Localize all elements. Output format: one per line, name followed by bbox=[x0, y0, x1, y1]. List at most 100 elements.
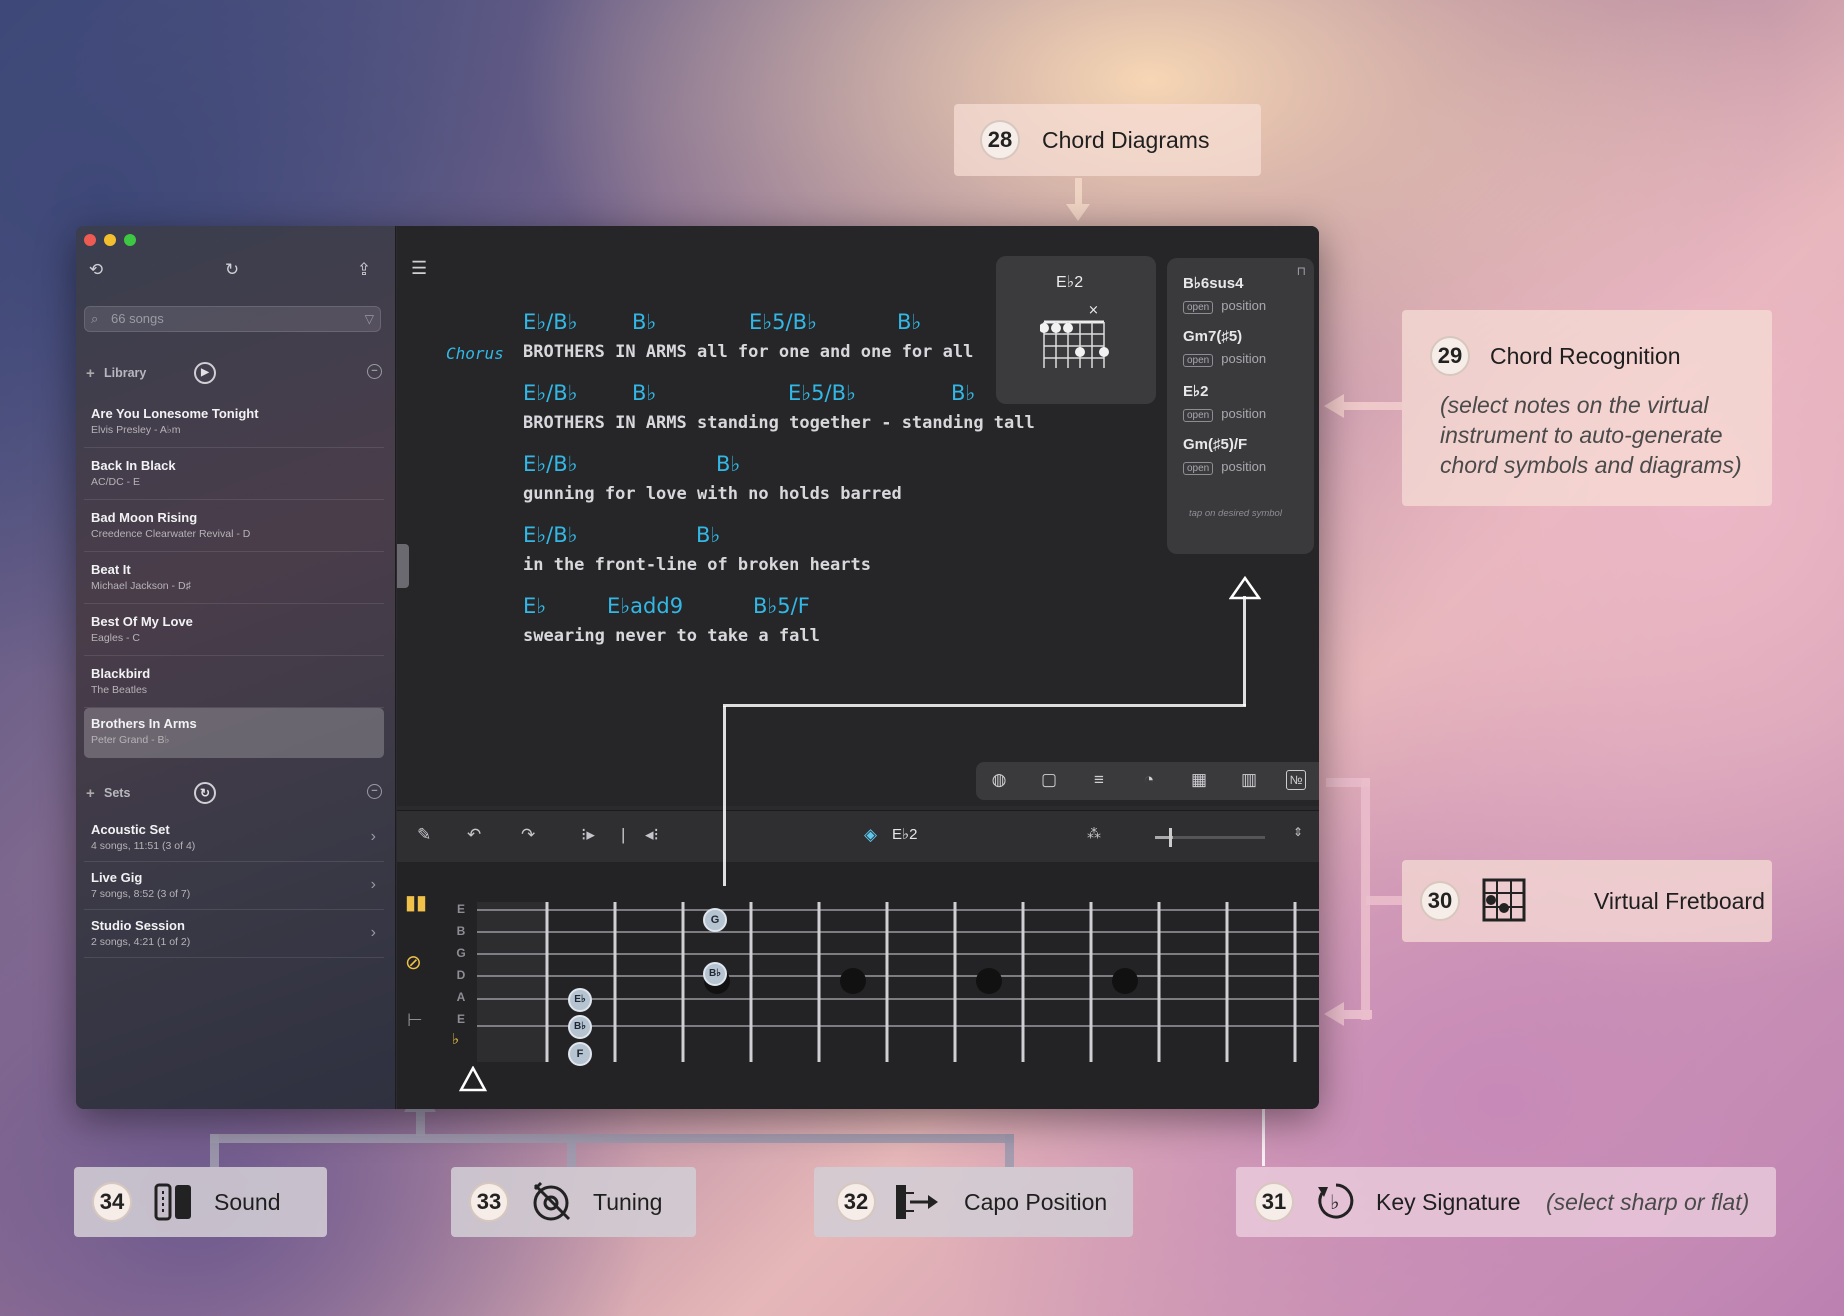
zoom-slider[interactable] bbox=[1155, 828, 1265, 847]
key-signature-icon: ♭ bbox=[1316, 1181, 1356, 1221]
redo-icon[interactable]: ↷ bbox=[521, 825, 535, 845]
lyric-line[interactable]: gunning for love with no holds barred bbox=[523, 484, 902, 504]
list-item[interactable]: Back In Black AC/DC - E bbox=[84, 450, 384, 500]
fret-note[interactable]: E♭ bbox=[568, 988, 592, 1012]
fretboard-toolbar: ✎ ↶ ↷ ⁝▸ | ◂⁝ ◈ E♭2 ⁂ ⇕ bbox=[397, 810, 1319, 862]
cursor-icon[interactable]: | bbox=[621, 825, 625, 845]
list-item-selected[interactable]: Brothers In Arms Peter Grand - B♭ bbox=[84, 708, 384, 758]
chord-symbol[interactable]: E♭5/B♭ bbox=[788, 381, 856, 405]
fret-note[interactable]: B♭ bbox=[568, 1015, 592, 1039]
chord-symbol[interactable]: B♭ bbox=[716, 452, 740, 476]
fret-note[interactable]: F bbox=[568, 1042, 592, 1066]
callout-number: 34 bbox=[92, 1182, 132, 1222]
connector-line bbox=[723, 706, 726, 886]
arrow-left-icon bbox=[1324, 392, 1402, 420]
capo-icon[interactable]: ⊢ bbox=[407, 1010, 423, 1031]
tuning-icon[interactable]: ⊘ bbox=[405, 950, 422, 975]
chord-symbol[interactable]: E♭5/B♭ bbox=[749, 310, 817, 334]
recognition-item[interactable]: E♭2 open position bbox=[1183, 382, 1266, 422]
chord-symbol[interactable]: E♭/B♭ bbox=[523, 523, 578, 547]
chord-symbol[interactable]: E♭/B♭ bbox=[523, 452, 578, 476]
splitter-handle[interactable] bbox=[397, 544, 409, 588]
callout-hint: (select sharp or flat) bbox=[1546, 1189, 1750, 1215]
chord-diagram-card[interactable]: E♭2 × bbox=[996, 256, 1156, 404]
sets-label[interactable]: Sets bbox=[104, 786, 130, 800]
fret-note[interactable]: G bbox=[703, 908, 727, 932]
refresh-icon[interactable]: ↻ bbox=[194, 782, 216, 804]
dots-icon[interactable]: ⁂ bbox=[1087, 825, 1101, 842]
chord-symbol[interactable]: E♭/B♭ bbox=[523, 381, 578, 405]
list-item[interactable]: Are You Lonesome Tonight Elvis Presley - … bbox=[84, 398, 384, 448]
piano-icon[interactable]: ▥ bbox=[1238, 770, 1260, 792]
play-icon[interactable]: ▶ bbox=[194, 362, 216, 384]
recognition-item[interactable]: Gm(♯5)/F open position bbox=[1183, 436, 1266, 475]
metronome-icon[interactable]: ⟲ bbox=[86, 260, 106, 280]
stepper-icon[interactable]: ⇕ bbox=[1293, 825, 1303, 839]
chord-symbol[interactable]: B♭ bbox=[897, 310, 921, 334]
callout-number: 29 bbox=[1430, 336, 1470, 376]
svg-text:♭: ♭ bbox=[1330, 1190, 1339, 1214]
zoom-window-button[interactable] bbox=[124, 234, 136, 246]
fret-note[interactable]: B♭ bbox=[703, 962, 727, 986]
clipboard-icon[interactable]: ▢ bbox=[1038, 770, 1060, 792]
chord-symbol[interactable]: B♭5/F bbox=[753, 594, 810, 618]
chord-diagram-icon: × bbox=[1040, 303, 1109, 368]
library-label[interactable]: Library bbox=[104, 366, 146, 380]
number-icon[interactable]: № bbox=[1286, 770, 1306, 790]
lyric-line[interactable]: BROTHERS IN ARMS all for one and one for… bbox=[523, 342, 973, 362]
tuning-icon bbox=[529, 1179, 575, 1223]
dial-icon[interactable]: ◔ bbox=[1138, 770, 1160, 792]
chord-symbol[interactable]: E♭ bbox=[523, 594, 546, 618]
pick-icon[interactable]: ◈ bbox=[864, 825, 877, 845]
sync-icon[interactable]: ↻ bbox=[222, 260, 242, 280]
sound-icon[interactable]: ▮▮ bbox=[405, 890, 427, 915]
add-icon[interactable]: + bbox=[86, 785, 95, 802]
chord-symbol[interactable]: E♭add9 bbox=[607, 594, 683, 618]
chord-recognition-panel: ⊓ B♭6sus4 open position Gm7(♯5) open posit… bbox=[1167, 258, 1314, 554]
bracket-line bbox=[210, 1134, 219, 1167]
list-item[interactable]: Acoustic Set 4 songs, 11:51 (3 of 4) › bbox=[84, 814, 384, 862]
step-back-icon[interactable]: ◂⁝ bbox=[645, 825, 659, 845]
add-icon[interactable]: + bbox=[86, 365, 95, 382]
section-label: Chorus bbox=[446, 344, 504, 363]
list-item[interactable]: Best Of My Love Eagles - C bbox=[84, 606, 384, 656]
recognition-item[interactable]: B♭6sus4 open position bbox=[1183, 274, 1266, 314]
chord-symbol[interactable]: B♭ bbox=[696, 523, 720, 547]
recognition-item[interactable]: Gm7(♯5) open position bbox=[1183, 328, 1266, 367]
list-item[interactable]: Live Gig 7 songs, 8:52 (3 of 7) › bbox=[84, 862, 384, 910]
menu-icon[interactable]: ☰ bbox=[411, 258, 427, 279]
share-icon[interactable]: ⇪ bbox=[354, 260, 374, 280]
chord-symbol[interactable]: B♭ bbox=[951, 381, 975, 405]
list-item[interactable]: Bad Moon Rising Creedence Clearwater Revi… bbox=[84, 502, 384, 552]
lyric-line[interactable]: BROTHERS IN ARMS standing together - sta… bbox=[523, 413, 1035, 433]
undo-icon[interactable]: ↶ bbox=[467, 825, 481, 845]
callout-number: 30 bbox=[1420, 881, 1460, 921]
close-window-button[interactable] bbox=[84, 234, 96, 246]
chord-symbol[interactable]: B♭ bbox=[632, 310, 656, 334]
search-input[interactable]: ⌕ 66 songs ▽ bbox=[84, 306, 381, 332]
instrument-toolbar: ◍ ▢ ≡ ◔ ▦ ▥ № bbox=[976, 762, 1319, 800]
list-item[interactable]: Studio Session 2 songs, 4:21 (1 of 2) › bbox=[84, 910, 384, 958]
chord-symbol[interactable]: B♭ bbox=[632, 381, 656, 405]
list-item[interactable]: Beat It Michael Jackson - D♯ bbox=[84, 554, 384, 604]
minimize-window-button[interactable] bbox=[104, 234, 116, 246]
collapse-icon[interactable]: − bbox=[367, 784, 382, 799]
list-icon[interactable]: ≡ bbox=[1088, 770, 1110, 792]
library-header: + Library ▶ − bbox=[84, 360, 384, 388]
bracket-line bbox=[210, 1134, 1014, 1143]
sound-icon bbox=[154, 1183, 194, 1221]
fretboard-icon[interactable]: ▦ bbox=[1188, 770, 1210, 792]
step-forward-icon[interactable]: ⁝▸ bbox=[581, 825, 595, 845]
callout-number: 32 bbox=[836, 1182, 876, 1222]
collapse-icon[interactable]: − bbox=[367, 364, 382, 379]
chord-symbol[interactable]: E♭/B♭ bbox=[523, 310, 578, 334]
filter-icon[interactable]: ▽ bbox=[365, 307, 374, 331]
edit-icon[interactable]: ✎ bbox=[417, 825, 431, 845]
key-signature-icon[interactable]: ♭ bbox=[452, 1030, 459, 1048]
lock-icon[interactable]: ⊓ bbox=[1297, 264, 1306, 278]
search-icon: ⌕ bbox=[91, 311, 99, 326]
lyric-line[interactable]: in the front-line of broken hearts bbox=[523, 555, 871, 575]
list-item[interactable]: Blackbird The Beatles bbox=[84, 658, 384, 708]
lyric-line[interactable]: swearing never to take a fall bbox=[523, 626, 820, 646]
pick-icon[interactable]: ◍ bbox=[988, 770, 1010, 792]
